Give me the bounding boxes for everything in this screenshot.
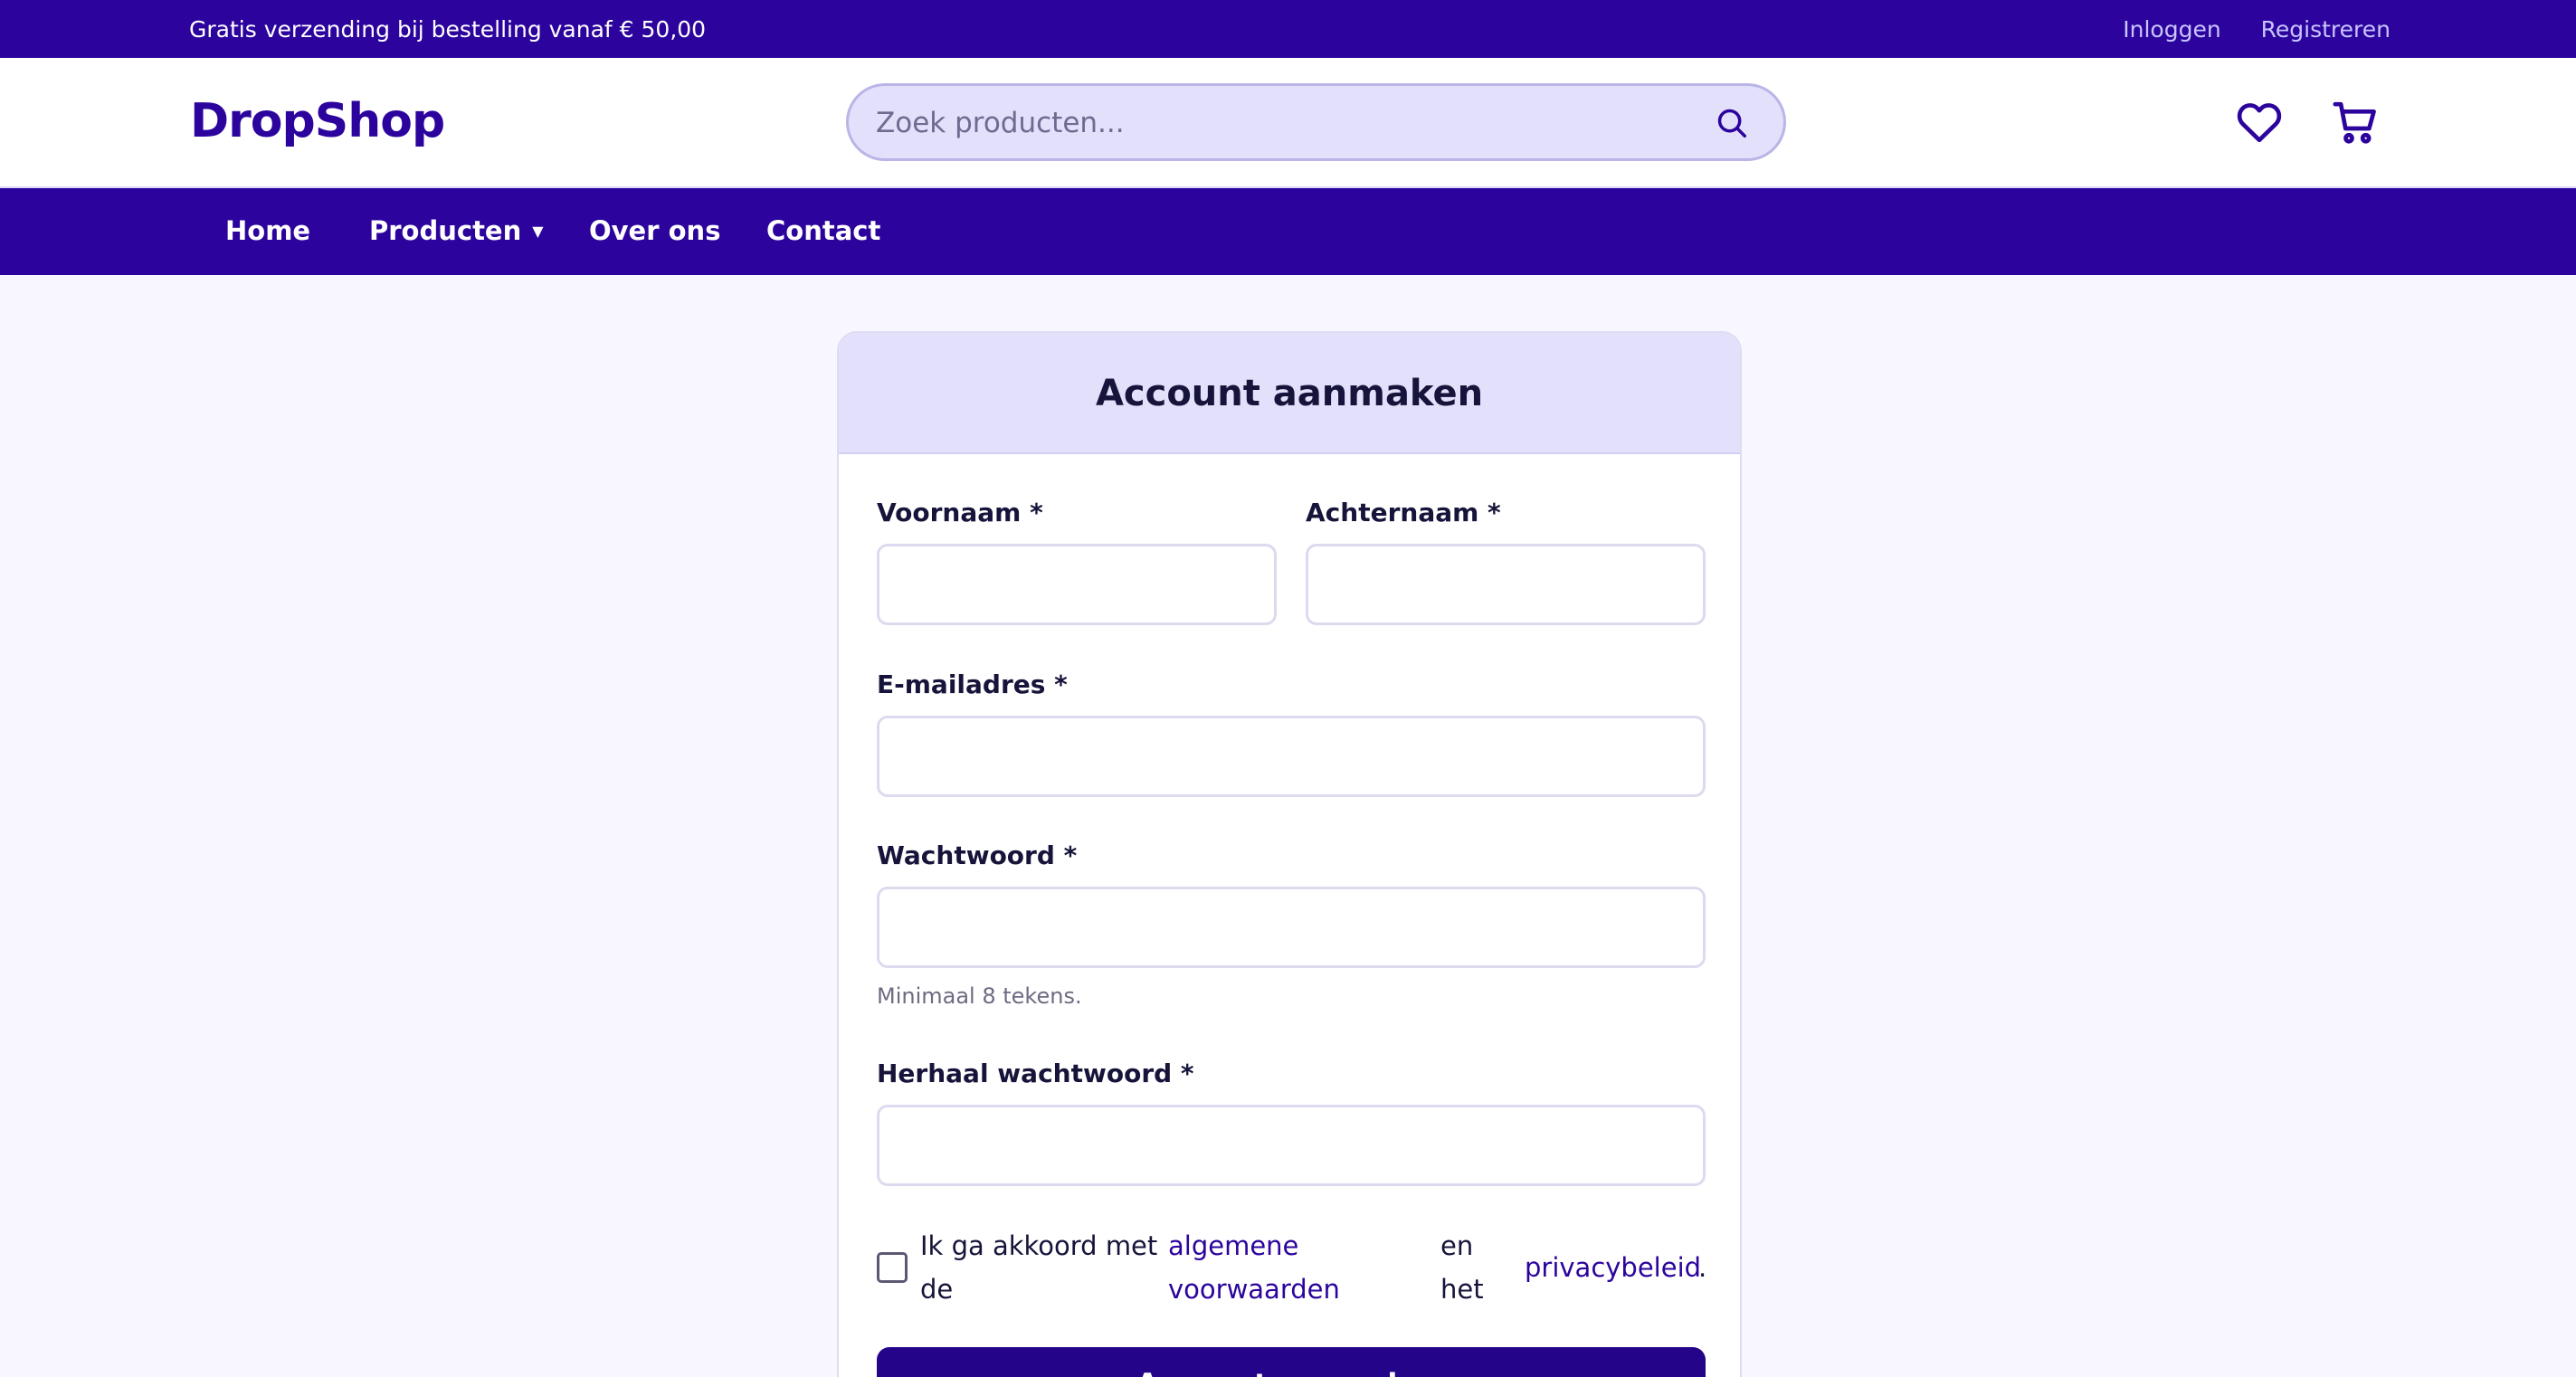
promo-bar: Gratis verzending bij bestelling vanaf €…	[0, 0, 2576, 58]
auth-links: Inloggen Registreren	[2090, 16, 2391, 43]
first-name-label: Voornaam *	[877, 498, 1043, 527]
nav-item-label: Home	[225, 215, 311, 246]
promo-text: Gratis verzending bij bestelling vanaf €…	[189, 16, 707, 43]
first-name-input[interactable]	[877, 544, 1277, 625]
login-link[interactable]: Inloggen	[2123, 16, 2220, 43]
password-label: Wachtwoord *	[877, 840, 1078, 870]
search-bar	[846, 83, 1786, 161]
terms-text: .	[1698, 1252, 1707, 1283]
card-header: Account aanmaken	[839, 333, 1740, 454]
caret-down-icon: ▼	[532, 223, 544, 240]
last-name-input[interactable]	[1306, 544, 1706, 625]
terms-checkbox[interactable]	[877, 1252, 908, 1283]
email-input[interactable]	[877, 716, 1706, 797]
nav-item-contact[interactable]: Contact	[766, 215, 880, 246]
heart-icon[interactable]	[2234, 97, 2285, 147]
site-header: DropShop	[0, 58, 2576, 188]
register-card: Account aanmaken Voornaam * Achternaam *…	[837, 331, 1742, 1377]
nav-item-label: Over ons	[589, 215, 721, 246]
main-nav: Home Producten ▼ Over ons Contact	[0, 188, 2576, 275]
cart-icon[interactable]	[2330, 97, 2381, 147]
nav-item-home[interactable]: Home	[225, 215, 310, 246]
terms-link[interactable]: voorwaarden	[1168, 1268, 1340, 1311]
terms-text: en	[1440, 1230, 1474, 1261]
nav-item-products[interactable]: Producten ▼	[369, 215, 544, 246]
site-logo[interactable]: DropShop	[190, 94, 445, 148]
repeat-password-input[interactable]	[877, 1105, 1706, 1186]
search-input[interactable]	[876, 102, 1690, 144]
privacy-link[interactable]: privacybeleid	[1525, 1246, 1701, 1289]
repeat-password-label: Herhaal wachtwoord *	[877, 1059, 1194, 1088]
password-hint: Minimaal 8 tekens.	[877, 983, 1082, 1009]
register-link[interactable]: Registreren	[2261, 16, 2391, 43]
nav-item-about[interactable]: Over ons	[589, 215, 720, 246]
password-input[interactable]	[877, 887, 1706, 968]
terms-link[interactable]: algemene	[1168, 1224, 1298, 1268]
nav-item-label: Contact	[766, 215, 881, 246]
terms-text: Ik ga akkoord met	[920, 1230, 1158, 1261]
search-icon[interactable]	[1715, 106, 1749, 140]
last-name-label: Achternaam *	[1306, 498, 1501, 527]
page: Gratis verzending bij bestelling vanaf €…	[0, 0, 2576, 1377]
page-title: Account aanmaken	[1095, 373, 1484, 414]
nav-item-label: Producten	[369, 215, 522, 246]
terms-text: het	[1440, 1274, 1484, 1305]
terms-text: de	[920, 1274, 954, 1305]
create-account-button[interactable]: Account aanmaken	[877, 1347, 1706, 1377]
email-label: E-mailadres *	[877, 670, 1068, 699]
